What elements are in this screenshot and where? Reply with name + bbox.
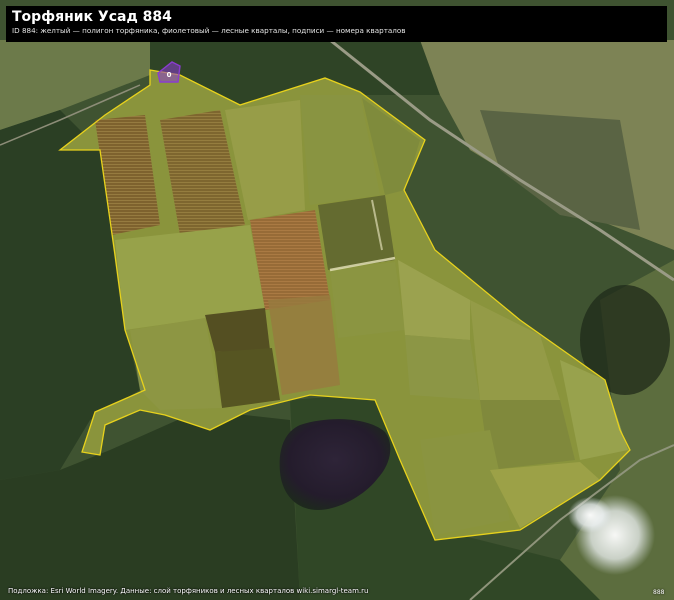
cloud-puff: [568, 497, 612, 533]
map-viewport[interactable]: 0 Торфяник Усад 884 ID 884: желтый — пол…: [0, 0, 674, 600]
page-title: Торфяник Усад 884: [12, 9, 172, 25]
map-legend-subtitle: ID 884: желтый — полигон торфяника, фиол…: [12, 26, 406, 35]
map-title-box: Торфяник Усад 884 ID 884: желтый — полиг…: [6, 6, 667, 42]
attribution-text: Подложка: Esri World Imagery. Данные: сл…: [8, 587, 369, 595]
forest-quarter-number: 0: [167, 71, 172, 79]
satellite-map: 0: [0, 0, 674, 600]
corner-label: 888: [653, 589, 665, 596]
